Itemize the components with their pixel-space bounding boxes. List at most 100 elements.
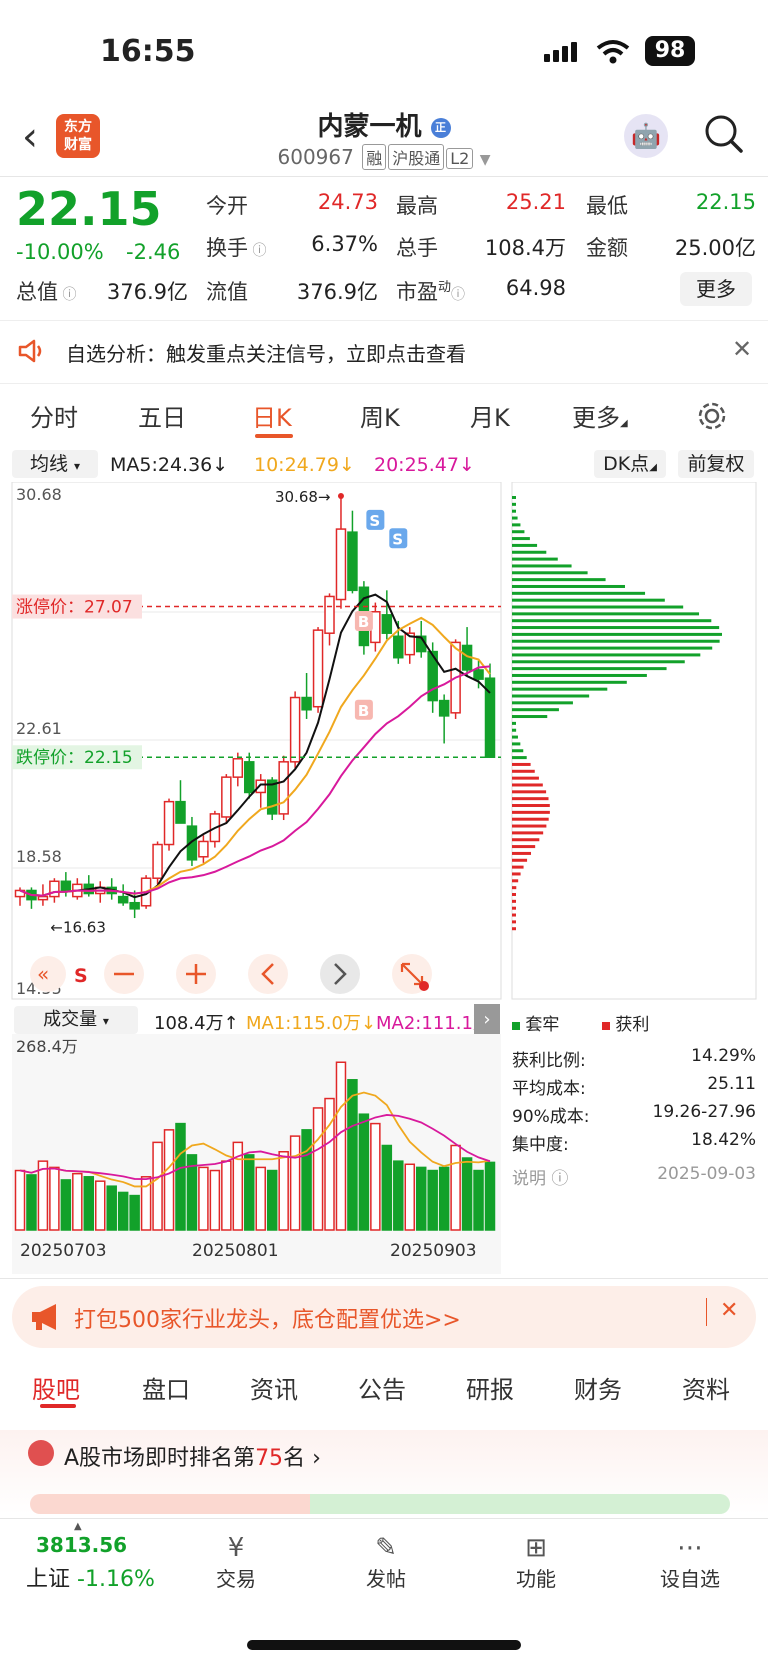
chip-bar bbox=[512, 892, 516, 896]
volume-bar bbox=[152, 1141, 163, 1231]
tab-news[interactable]: 资讯 bbox=[250, 1370, 298, 1405]
volume-bar bbox=[163, 1129, 175, 1231]
scroll-right-button[interactable] bbox=[320, 954, 360, 994]
chip-bar bbox=[512, 858, 528, 862]
chip-bar bbox=[512, 735, 518, 739]
candle-body bbox=[37, 895, 49, 901]
volume-bar bbox=[14, 1169, 26, 1231]
index-value[interactable]: 3813.56 bbox=[36, 1533, 127, 1557]
sentiment-bar bbox=[30, 1494, 730, 1514]
axis-label-top: 30.68 bbox=[16, 485, 62, 504]
chip-bar bbox=[512, 790, 547, 794]
status-time: 16:55 bbox=[100, 34, 196, 69]
chip-bar bbox=[512, 742, 521, 746]
promo-banner[interactable]: 打包500家行业龙头，底仓配置优选>> ✕ bbox=[12, 1286, 756, 1348]
volume-bar bbox=[289, 1135, 301, 1231]
chip-bar bbox=[512, 728, 517, 732]
tab-research[interactable]: 研报 bbox=[466, 1370, 514, 1405]
chip-bar bbox=[512, 619, 712, 623]
settings-gear-icon[interactable] bbox=[696, 400, 728, 432]
more-button[interactable]: 更多 bbox=[680, 272, 752, 306]
date-label-2: 20250801 bbox=[192, 1241, 279, 1261]
tab-daily-k[interactable]: 日K bbox=[252, 398, 292, 433]
chip-stats: 获利比例: 14.29% 平均成本: 25.11 90%成本: 19.26-27… bbox=[512, 1040, 756, 1200]
index-name-change[interactable]: 上证 -1.16% bbox=[26, 1561, 155, 1593]
candlestick-chart[interactable]: 涨停价：27.07 跌停价：22.15 30.68 22.61 18.58 14… bbox=[0, 482, 768, 1006]
close-icon[interactable]: ✕ bbox=[732, 335, 752, 363]
analysis-notice[interactable]: 自选分析：触发重点关注信号，立即点击查看 ✕ bbox=[0, 320, 768, 384]
volume-bar bbox=[461, 1157, 473, 1231]
search-icon[interactable] bbox=[702, 112, 746, 156]
chip-bar bbox=[512, 537, 530, 541]
tab-finance[interactable]: 财务 bbox=[574, 1370, 622, 1405]
nav-trade[interactable]: ¥ 交易 bbox=[186, 1533, 286, 1592]
candle-body bbox=[324, 595, 335, 634]
quote-panel: 22.15 -10.00% -2.46 今开 24.73 最高 25.21 最低… bbox=[0, 176, 768, 318]
chart-controls: « S bbox=[30, 954, 432, 994]
volume-bar bbox=[60, 1179, 72, 1231]
tab-more[interactable]: 更多◢ bbox=[572, 398, 628, 433]
volume-bar bbox=[473, 1169, 484, 1231]
robot-avatar-icon[interactable]: 🤖 bbox=[624, 114, 668, 158]
chip-bar bbox=[512, 810, 550, 814]
chip-bar bbox=[512, 708, 559, 712]
chip-bar bbox=[512, 701, 573, 705]
label-total-value[interactable]: 总值 ⓘ bbox=[16, 276, 76, 306]
nav-post[interactable]: ✎ 发帖 bbox=[336, 1533, 436, 1592]
close-icon[interactable]: ✕ bbox=[720, 1298, 738, 1323]
chip-bar bbox=[512, 769, 535, 773]
limit-down-label: 跌停价：22.15 bbox=[16, 748, 133, 768]
info-icon: ⓘ bbox=[248, 243, 267, 259]
stat-value: 25.11 bbox=[707, 1074, 756, 1094]
tab-intraday[interactable]: 分时 bbox=[30, 398, 78, 433]
candle-body bbox=[312, 629, 324, 708]
tab-orderbook[interactable]: 盘口 bbox=[142, 1370, 190, 1405]
volume-bar bbox=[83, 1176, 95, 1231]
volume-bar bbox=[278, 1151, 289, 1231]
tab-five-day[interactable]: 五日 bbox=[138, 398, 186, 433]
tab-weekly-k[interactable]: 周K bbox=[360, 398, 400, 433]
volume-bar bbox=[393, 1160, 404, 1231]
explain-link[interactable]: 说明 ⓘ bbox=[512, 1164, 568, 1189]
scroll-left-button[interactable] bbox=[248, 954, 288, 994]
adjust-select[interactable]: 前复权 bbox=[678, 450, 754, 478]
tab-profile[interactable]: 资料 bbox=[682, 1370, 730, 1405]
high-mark: 30.68→ bbox=[275, 488, 331, 506]
zheng-badge-icon: 正 bbox=[430, 117, 451, 138]
stat-label: 平均成本: bbox=[512, 1079, 586, 1099]
candle-body bbox=[347, 531, 358, 592]
chip-bar bbox=[512, 496, 516, 499]
volume-indicator-select[interactable]: 成交量 ▾ bbox=[14, 1006, 138, 1034]
info-tabs: 股吧 盘口 资讯 公告 研报 财务 资料 bbox=[0, 1356, 768, 1416]
volume-bar bbox=[72, 1172, 83, 1231]
label-turnover[interactable]: 换手 ⓘ bbox=[206, 232, 266, 262]
chip-bar bbox=[512, 913, 516, 917]
ma20-value: 20:25.47↓ bbox=[374, 454, 475, 476]
current-price: 22.15 bbox=[16, 182, 162, 236]
speaker-icon bbox=[18, 339, 42, 363]
yen-icon: ¥ bbox=[227, 1533, 245, 1563]
candle-body bbox=[255, 779, 266, 794]
volume-bar bbox=[358, 1113, 370, 1231]
nav-add-watchlist[interactable]: ⋯ 设自选 bbox=[640, 1533, 740, 1592]
candle-body bbox=[232, 758, 244, 778]
indicator-select[interactable]: 均线 ▾ bbox=[12, 450, 98, 478]
nav-functions[interactable]: ⊞ 功能 bbox=[486, 1533, 586, 1592]
chip-bar bbox=[512, 673, 647, 677]
stat-value: 19.26-27.96 bbox=[652, 1102, 756, 1122]
chip-bar bbox=[512, 831, 544, 835]
tab-announcements[interactable]: 公告 bbox=[358, 1370, 406, 1405]
expand-panel-button[interactable]: › bbox=[474, 1004, 500, 1036]
tag-margin: 融 bbox=[362, 144, 387, 170]
tab-forum[interactable]: 股吧 bbox=[32, 1370, 80, 1405]
tag-connect: 沪股通 bbox=[388, 144, 445, 170]
chip-bar bbox=[512, 872, 521, 876]
chip-bar bbox=[512, 571, 588, 575]
tab-monthly-k[interactable]: 月K bbox=[470, 398, 510, 433]
market-rank-card[interactable]: A股市场即时排名第75名 › bbox=[0, 1430, 768, 1514]
chip-bar bbox=[512, 660, 685, 664]
date-label-1: 20250703 bbox=[20, 1241, 107, 1261]
dk-point-select[interactable]: DK点◢ bbox=[594, 450, 666, 478]
label-pe[interactable]: 市盈动ⓘ bbox=[396, 276, 465, 306]
chip-bar bbox=[512, 639, 720, 643]
